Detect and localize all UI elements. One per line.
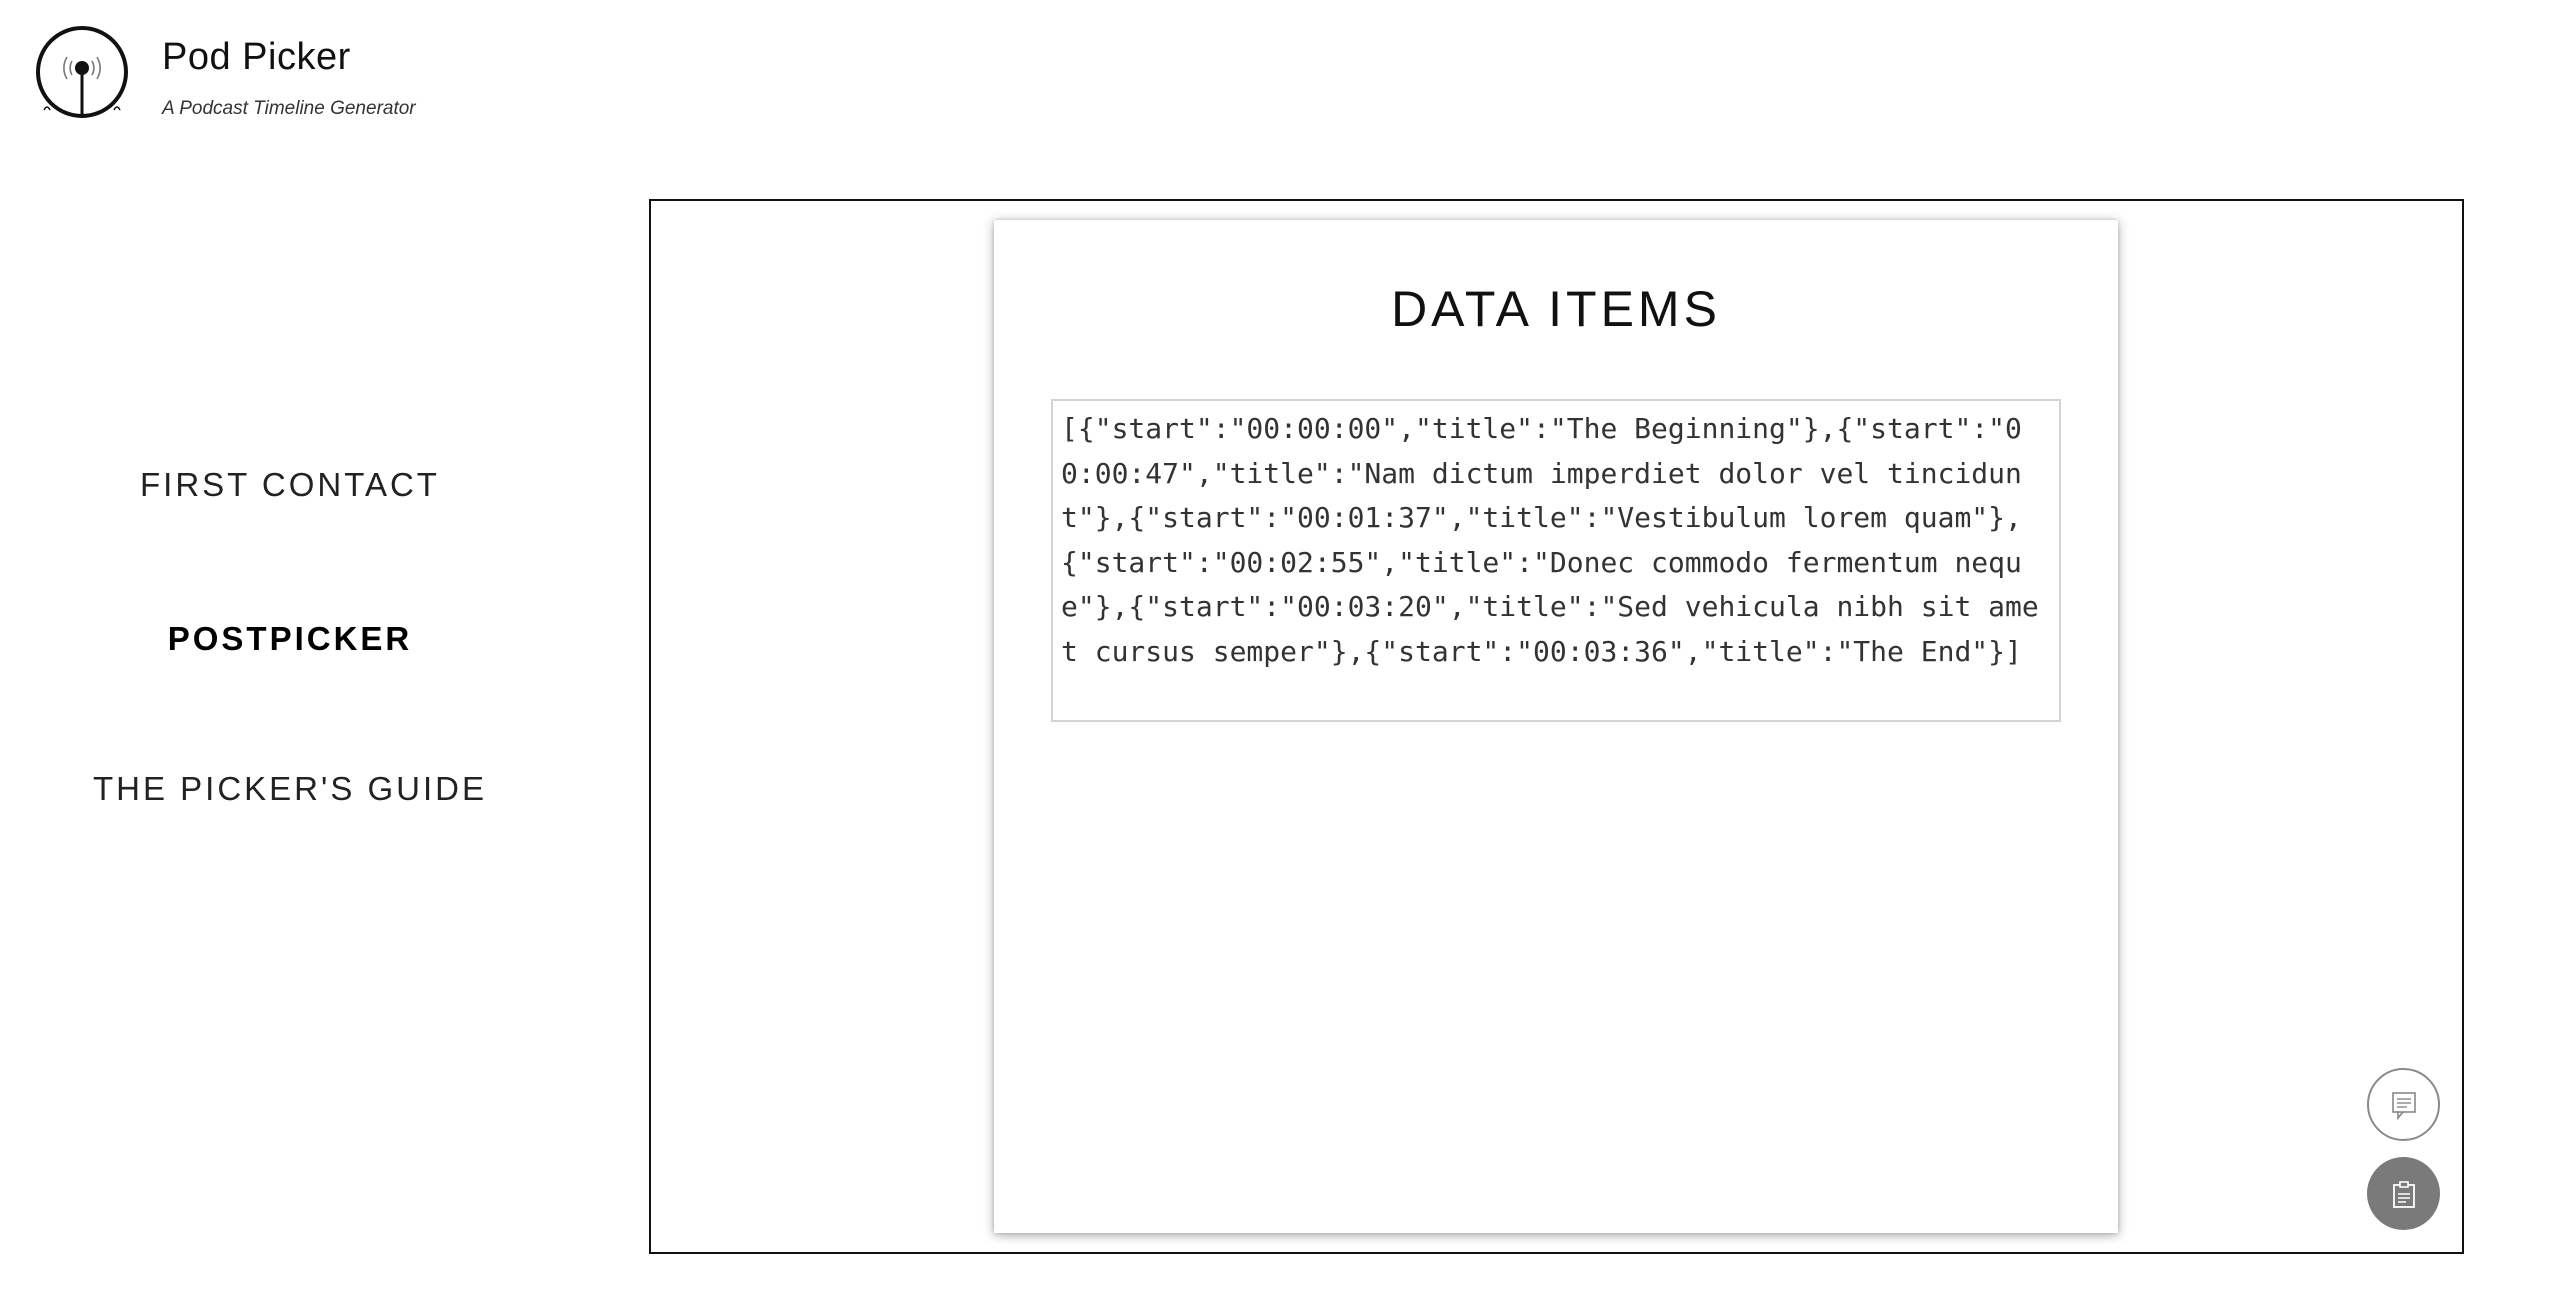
nav-item-postpicker[interactable]: POSTPICKER xyxy=(0,620,580,658)
podcast-antenna-icon[interactable] xyxy=(34,24,130,120)
nav-item-pickers-guide[interactable]: THE PICKER'S GUIDE xyxy=(0,770,580,808)
nav-item-first-contact[interactable]: FIRST CONTACT xyxy=(0,466,580,504)
card-title: DATA ITEMS xyxy=(1391,281,1721,337)
app-header: Pod Picker A Podcast Timeline Generator xyxy=(0,0,600,140)
document-comment-icon xyxy=(2387,1088,2421,1122)
comment-button[interactable] xyxy=(2367,1068,2440,1141)
app-subtitle: A Podcast Timeline Generator xyxy=(162,98,416,119)
data-items-textarea[interactable]: [{"start":"00:00:00","title":"The Beginn… xyxy=(1051,399,2061,722)
clipboard-button[interactable] xyxy=(2367,1157,2440,1230)
data-items-card: DATA ITEMS [{"start":"00:00:00","title":… xyxy=(994,220,2118,1233)
app-title: Pod Picker xyxy=(162,36,351,78)
clipboard-icon xyxy=(2387,1177,2421,1211)
